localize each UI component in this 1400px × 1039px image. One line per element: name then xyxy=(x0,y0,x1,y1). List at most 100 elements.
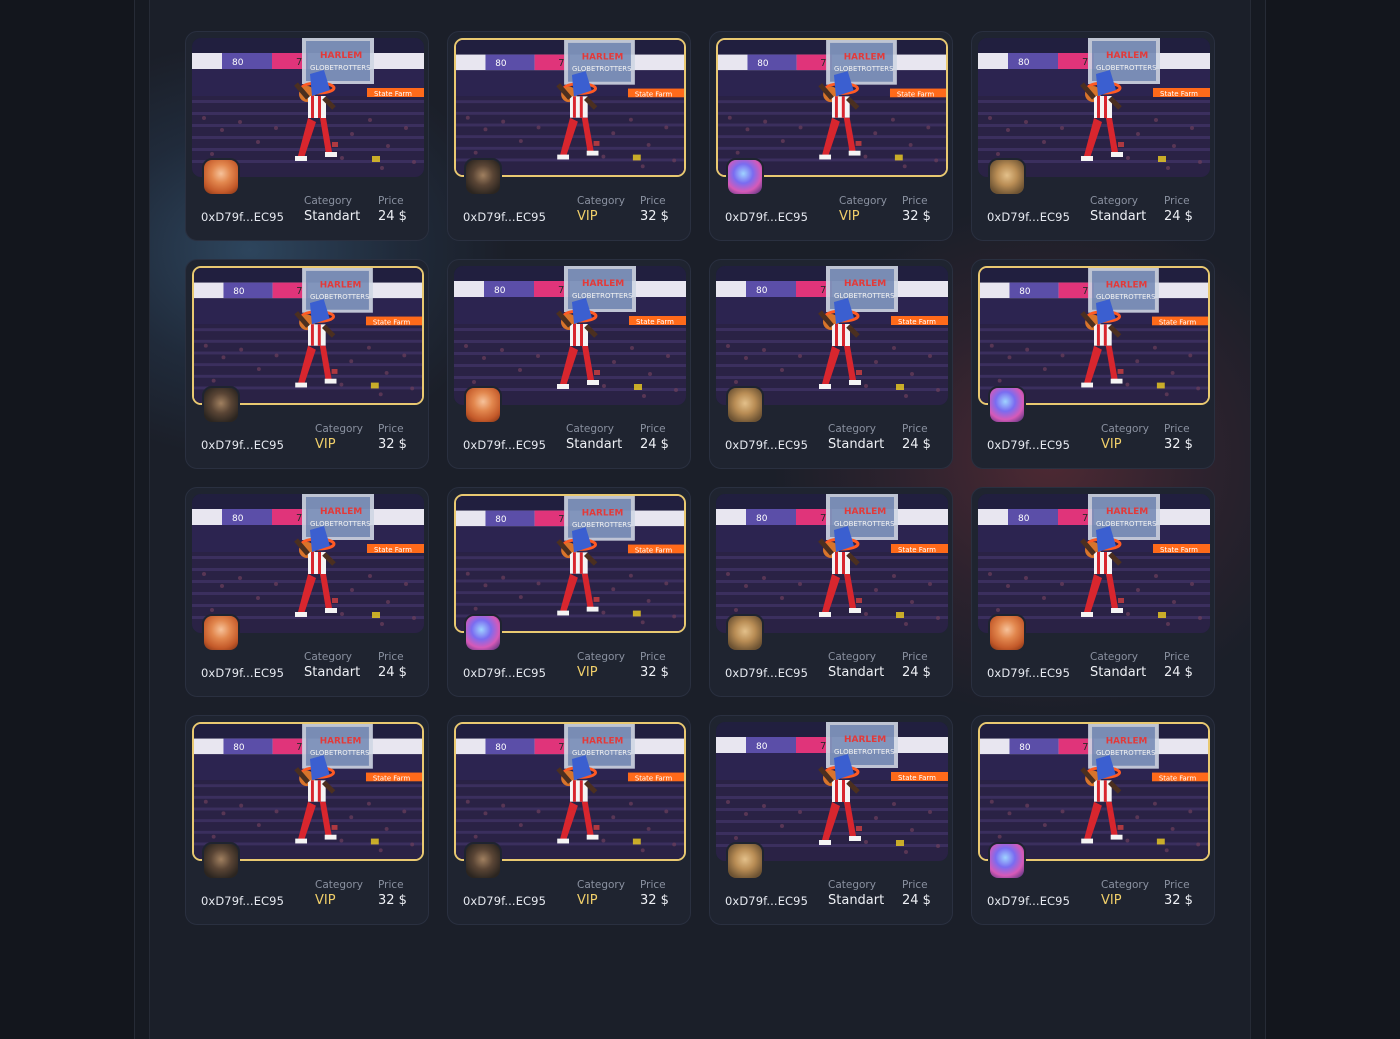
user-avatar-icon[interactable] xyxy=(726,614,764,652)
owner-address[interactable]: 0xD79f...EC95 xyxy=(987,438,1070,452)
nft-card[interactable]: 80 7 HARLEM GLOBETROTTERS State Farm 0xD… xyxy=(709,31,953,241)
svg-text:7: 7 xyxy=(558,58,564,69)
category-value: Standart xyxy=(828,437,885,452)
svg-text:State Farm: State Farm xyxy=(373,774,411,782)
user-avatar-icon[interactable] xyxy=(202,614,240,652)
nft-image[interactable]: 80 7 HARLEM GLOBETROTTERS State Farm xyxy=(192,38,424,177)
category-value: Standart xyxy=(566,437,623,452)
owner-address[interactable]: 0xD79f...EC95 xyxy=(725,438,808,452)
nft-card[interactable]: 80 7 HARLEM GLOBETROTTERS State Farm 0xD… xyxy=(447,487,691,697)
user-avatar-icon[interactable] xyxy=(202,386,240,424)
user-avatar-icon[interactable] xyxy=(726,842,764,880)
nft-image[interactable]: 80 7 HARLEM GLOBETROTTERS State Farm xyxy=(716,266,948,405)
category-block: Category Standart xyxy=(1090,195,1146,224)
nft-card[interactable]: 80 7 HARLEM GLOBETROTTERS State Farm 0xD… xyxy=(185,715,429,925)
svg-text:7: 7 xyxy=(296,57,302,68)
owner-address[interactable]: 0xD79f...EC95 xyxy=(463,666,546,680)
user-avatar-icon[interactable] xyxy=(726,158,764,196)
owner-address[interactable]: 0xD79f...EC95 xyxy=(725,894,808,908)
nft-card[interactable]: 80 7 HARLEM GLOBETROTTERS State Farm 0xD… xyxy=(447,31,691,241)
category-block: Category VIP xyxy=(577,879,625,908)
svg-text:80: 80 xyxy=(1019,743,1030,753)
owner-address[interactable]: 0xD79f...EC95 xyxy=(201,666,284,680)
svg-text:GLOBETROTTERS: GLOBETROTTERS xyxy=(1096,293,1155,301)
owner-address[interactable]: 0xD79f...EC95 xyxy=(201,894,284,908)
nft-image[interactable]: 80 7 HARLEM GLOBETROTTERS State Farm xyxy=(978,38,1210,177)
svg-text:7: 7 xyxy=(820,285,826,296)
user-avatar-icon[interactable] xyxy=(988,158,1026,196)
svg-text:80: 80 xyxy=(1019,287,1030,297)
nft-image[interactable]: 80 7 HARLEM GLOBETROTTERS State Farm xyxy=(454,266,686,405)
svg-text:7: 7 xyxy=(558,514,564,525)
owner-address[interactable]: 0xD79f...EC95 xyxy=(201,210,284,224)
price-block: Price 32 $ xyxy=(378,879,407,908)
basketball-dunk-image: 80 7 HARLEM GLOBETROTTERS State Farm xyxy=(454,266,686,405)
category-block: Category VIP xyxy=(315,423,363,452)
owner-address[interactable]: 0xD79f...EC95 xyxy=(463,894,546,908)
nft-image[interactable]: 80 7 HARLEM GLOBETROTTERS State Farm xyxy=(716,38,948,177)
svg-text:GLOBETROTTERS: GLOBETROTTERS xyxy=(572,521,631,529)
user-avatar-icon[interactable] xyxy=(464,158,502,196)
user-avatar-icon[interactable] xyxy=(464,842,502,880)
svg-text:HARLEM: HARLEM xyxy=(582,52,623,62)
nft-image[interactable]: 80 7 HARLEM GLOBETROTTERS State Farm xyxy=(716,494,948,633)
nft-image[interactable]: 80 7 HARLEM GLOBETROTTERS State Farm xyxy=(454,38,686,177)
price-value: 32 $ xyxy=(640,209,669,224)
price-block: Price 24 $ xyxy=(1164,651,1193,680)
nft-card-grid: 80 7 HARLEM GLOBETROTTERS State Farm 0xD… xyxy=(185,31,1215,925)
svg-text:7: 7 xyxy=(1082,57,1088,68)
nft-image[interactable]: 80 7 HARLEM GLOBETROTTERS State Farm xyxy=(978,266,1210,405)
price-value: 32 $ xyxy=(378,437,407,452)
nft-card[interactable]: 80 7 HARLEM GLOBETROTTERS State Farm 0xD… xyxy=(971,31,1215,241)
nft-card[interactable]: 80 7 HARLEM GLOBETROTTERS State Farm 0xD… xyxy=(185,31,429,241)
svg-text:7: 7 xyxy=(820,513,826,524)
nft-card[interactable]: 80 7 HARLEM GLOBETROTTERS State Farm 0xD… xyxy=(971,487,1215,697)
owner-address[interactable]: 0xD79f...EC95 xyxy=(987,894,1070,908)
user-avatar-icon[interactable] xyxy=(464,386,502,424)
category-value: VIP xyxy=(1101,437,1122,452)
nft-image[interactable]: 80 7 HARLEM GLOBETROTTERS State Farm xyxy=(192,494,424,633)
svg-text:7: 7 xyxy=(820,58,826,69)
owner-address[interactable]: 0xD79f...EC95 xyxy=(463,438,546,452)
nft-image[interactable]: 80 7 HARLEM GLOBETROTTERS State Farm xyxy=(192,266,424,405)
nft-card[interactable]: 80 7 HARLEM GLOBETROTTERS State Farm 0xD… xyxy=(971,715,1215,925)
owner-address[interactable]: 0xD79f...EC95 xyxy=(725,210,808,224)
nft-card[interactable]: 80 7 HARLEM GLOBETROTTERS State Farm 0xD… xyxy=(447,259,691,469)
owner-address[interactable]: 0xD79f...EC95 xyxy=(463,210,546,224)
nft-image[interactable]: 80 7 HARLEM GLOBETROTTERS State Farm xyxy=(716,722,948,861)
nft-card[interactable]: 80 7 HARLEM GLOBETROTTERS State Farm 0xD… xyxy=(709,715,953,925)
svg-text:HARLEM: HARLEM xyxy=(1106,736,1147,746)
owner-address[interactable]: 0xD79f...EC95 xyxy=(201,438,284,452)
nft-card[interactable]: 80 7 HARLEM GLOBETROTTERS State Farm 0xD… xyxy=(447,715,691,925)
category-label: Category xyxy=(566,423,614,435)
user-avatar-icon[interactable] xyxy=(726,386,764,424)
nft-image[interactable]: 80 7 HARLEM GLOBETROTTERS State Farm xyxy=(454,722,686,861)
nft-image[interactable]: 80 7 HARLEM GLOBETROTTERS State Farm xyxy=(978,494,1210,633)
nft-card[interactable]: 80 7 HARLEM GLOBETROTTERS State Farm 0xD… xyxy=(709,259,953,469)
category-label: Category xyxy=(828,651,876,663)
user-avatar-icon[interactable] xyxy=(202,842,240,880)
nft-card[interactable]: 80 7 HARLEM GLOBETROTTERS State Farm 0xD… xyxy=(185,259,429,469)
user-avatar-icon[interactable] xyxy=(202,158,240,196)
user-avatar-icon[interactable] xyxy=(988,614,1026,652)
owner-address[interactable]: 0xD79f...EC95 xyxy=(987,666,1070,680)
price-value: 32 $ xyxy=(1164,437,1193,452)
nft-card[interactable]: 80 7 HARLEM GLOBETROTTERS State Farm 0xD… xyxy=(185,487,429,697)
svg-text:7: 7 xyxy=(1082,286,1088,297)
owner-address[interactable]: 0xD79f...EC95 xyxy=(725,666,808,680)
owner-address[interactable]: 0xD79f...EC95 xyxy=(987,210,1070,224)
price-block: Price 24 $ xyxy=(902,879,931,908)
nft-card[interactable]: 80 7 HARLEM GLOBETROTTERS State Farm 0xD… xyxy=(709,487,953,697)
basketball-dunk-image: 80 7 HARLEM GLOBETROTTERS State Farm xyxy=(978,38,1210,177)
nft-image[interactable]: 80 7 HARLEM GLOBETROTTERS State Farm xyxy=(978,722,1210,861)
user-avatar-icon[interactable] xyxy=(988,386,1026,424)
price-block: Price 32 $ xyxy=(378,423,407,452)
nft-image[interactable]: 80 7 HARLEM GLOBETROTTERS State Farm xyxy=(454,494,686,633)
user-avatar-icon[interactable] xyxy=(988,842,1026,880)
nft-card[interactable]: 80 7 HARLEM GLOBETROTTERS State Farm 0xD… xyxy=(971,259,1215,469)
nft-image[interactable]: 80 7 HARLEM GLOBETROTTERS State Farm xyxy=(192,722,424,861)
user-avatar-icon[interactable] xyxy=(464,614,502,652)
svg-text:80: 80 xyxy=(756,514,768,524)
svg-text:State Farm: State Farm xyxy=(1159,774,1197,782)
basketball-dunk-image: 80 7 HARLEM GLOBETROTTERS State Farm xyxy=(980,724,1208,859)
